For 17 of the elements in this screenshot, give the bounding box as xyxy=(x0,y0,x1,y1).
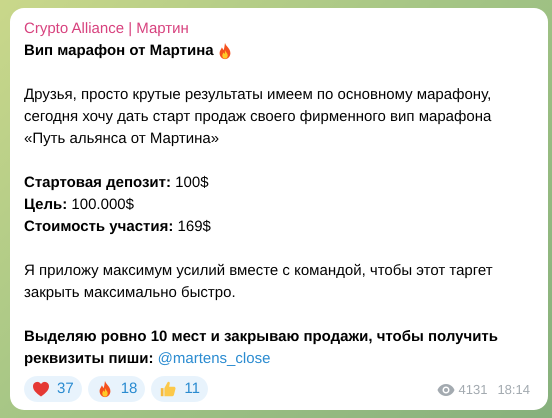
message-text: Стартовая депозит: 100$ xyxy=(24,173,210,193)
message-text: Друзья, просто крутые результаты имеем по основному марафону, сегодня хочу дать старт продаж своего фирменного вип марафона «Путь альянса от Мартина» xyxy=(24,85,492,149)
thumbs-up-icon xyxy=(159,380,178,398)
message-text: Я приложу максимум усилий вместе с командой, чтобы этот таргет закрыть максимально быстро. xyxy=(24,261,494,303)
message-text: Цель: 100.000$ xyxy=(24,195,135,215)
message-text: Выделяю ровно 10 мест и закрываю продажи, чтобы получить реквизиты пиши: @martens_close xyxy=(24,327,499,369)
message-time: 18:14 xyxy=(497,381,530,399)
view-count: 4131 xyxy=(458,381,488,399)
reaction-button[interactable]: 11 xyxy=(151,376,208,402)
username-link[interactable]: @martens_close xyxy=(158,350,270,367)
reaction-button[interactable]: 18 xyxy=(88,376,146,402)
message-title: Вип марафон от Мартина xyxy=(24,41,214,61)
eye-icon xyxy=(436,384,455,396)
author-name: Crypto Alliance | Мартин xyxy=(24,19,190,39)
message-text: Стоимость участия: 169$ xyxy=(24,217,212,237)
heart-icon xyxy=(32,381,50,397)
reaction-button[interactable]: 37 xyxy=(24,376,82,402)
